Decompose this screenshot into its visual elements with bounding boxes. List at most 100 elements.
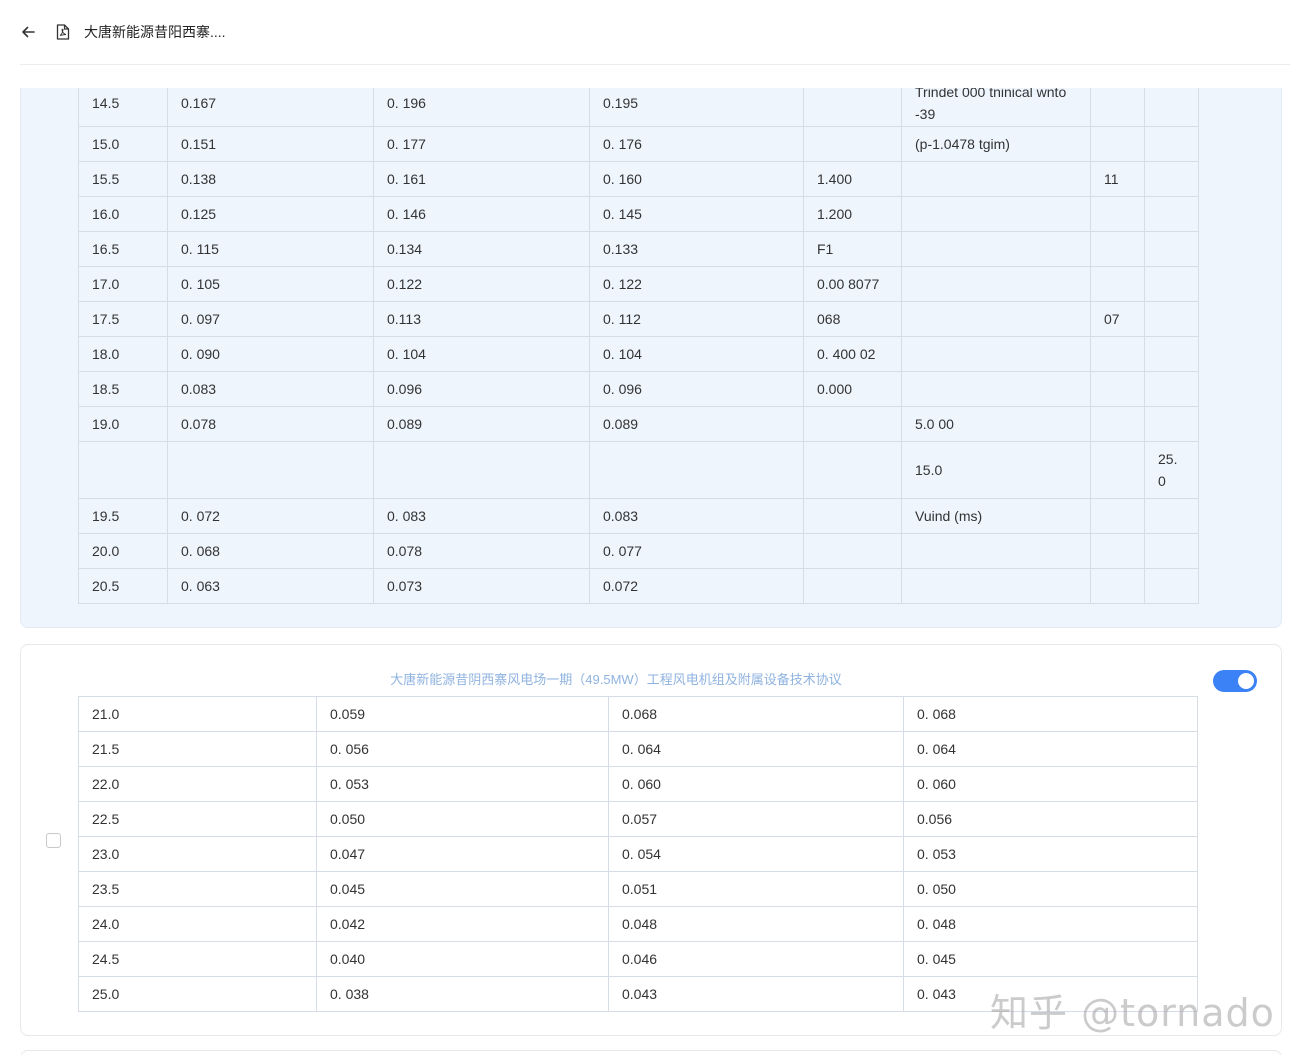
table-cell [1144, 498, 1199, 534]
table-cell [1090, 88, 1145, 127]
table-cell: 0.073 [373, 568, 590, 604]
table-cell: 0. 400 02 [803, 336, 902, 372]
data-table-bottom: 21.0 0.059 0.068 0. 068 21.5 0. 056 0. 064 0. 0… [78, 696, 1198, 1012]
table-row: 20.0 0. 068 0.078 0. 077 [78, 533, 1199, 569]
table-cell: 0.040 [316, 941, 609, 977]
table-cell [589, 441, 804, 499]
table-cell [1090, 406, 1145, 442]
table-cell [1144, 266, 1199, 302]
table-cell [373, 441, 590, 499]
next-page-card-edge [20, 1050, 1282, 1055]
table-cell: 0. 053 [903, 836, 1198, 872]
table-cell: 0.000 [803, 371, 902, 407]
table-cell: 0.051 [608, 871, 904, 907]
table-cell: 25.0 [1144, 441, 1199, 499]
table-row: 17.0 0. 105 0.122 0. 122 0.00 8077 [78, 266, 1199, 302]
table-cell: 0.113 [373, 301, 590, 337]
table-cell: 17.0 [78, 266, 168, 302]
table-cell: 0. 122 [589, 266, 804, 302]
table-row: 16.0 0.125 0. 146 0. 145 1.200 [78, 196, 1199, 232]
table-cell: 20.5 [78, 568, 168, 604]
header-divider [20, 64, 1290, 65]
table-cell: 14.5 [78, 88, 168, 127]
table-cell [1144, 161, 1199, 197]
table-cell [901, 371, 1091, 407]
table-row: 23.0 0.047 0. 054 0. 053 [78, 836, 1198, 872]
table-cell: 0. 048 [903, 906, 1198, 942]
table-cell: 07 [1090, 301, 1145, 337]
table-row: 24.5 0.040 0.046 0. 045 [78, 941, 1198, 977]
table-cell: 0. 096 [589, 371, 804, 407]
table-cell: 0. 068 [903, 696, 1198, 732]
table-cell [1144, 568, 1199, 604]
table-cell: 22.0 [78, 766, 317, 802]
table-cell [1144, 126, 1199, 162]
table-cell: 0.167 [167, 88, 374, 127]
table-cell: 20.0 [78, 533, 168, 569]
table-cell: 0. 064 [903, 731, 1198, 767]
page-toggle-switch[interactable] [1213, 670, 1257, 692]
table-cell: 0.083 [167, 371, 374, 407]
table-cell: 0. 145 [589, 196, 804, 232]
table-cell [803, 406, 902, 442]
table-cell: 0. 112 [589, 301, 804, 337]
table-cell [901, 266, 1091, 302]
table-cell [78, 441, 168, 499]
table-cell: 11 [1090, 161, 1145, 197]
table-cell: 0.138 [167, 161, 374, 197]
table-cell: 0. 053 [316, 766, 609, 802]
table-cell: 0.195 [589, 88, 804, 127]
table-cell [901, 161, 1091, 197]
table-cell: 0.056 [903, 801, 1198, 837]
page-select-checkbox[interactable] [46, 833, 61, 848]
table-cell [1090, 126, 1145, 162]
table-cell: 5.0 00 [901, 406, 1091, 442]
table-cell [1090, 533, 1145, 569]
table-cell: 0. 068 [167, 533, 374, 569]
table-cell [901, 568, 1091, 604]
table-cell [1144, 336, 1199, 372]
table-cell: 0. 056 [316, 731, 609, 767]
table-cell: 1.400 [803, 161, 902, 197]
table-cell: 25.0 [78, 976, 317, 1012]
table-cell: 18.0 [78, 336, 168, 372]
table-row: 17.5 0. 097 0.113 0. 112 068 07 [78, 301, 1199, 337]
table-cell [901, 196, 1091, 232]
back-arrow-icon[interactable] [18, 22, 38, 42]
table-cell [1144, 533, 1199, 569]
cell-line: -39 [915, 105, 936, 122]
table-cell: 0. 054 [608, 836, 904, 872]
table-cell: 0.046 [608, 941, 904, 977]
table-cell [1090, 441, 1145, 499]
table-cell: 0.078 [167, 406, 374, 442]
table-cell: 23.5 [78, 871, 317, 907]
page-card-top: 14.5 0.167 0. 196 0.195 Trindet 000 tninical… [20, 88, 1282, 628]
table-cell: 0. 045 [903, 941, 1198, 977]
table-cell: 0. 104 [589, 336, 804, 372]
data-table-top: 14.5 0.167 0. 196 0.195 Trindet 000 tninical… [78, 88, 1199, 604]
table-cell: 0.050 [316, 801, 609, 837]
page-doc-title: 大唐新能源昔阴西寨风电场一期（49.5MW）工程风电机组及附属设备技术协议 [390, 672, 842, 687]
table-cell [1090, 266, 1145, 302]
table-cell: 0. 060 [903, 766, 1198, 802]
cell-line: Trindet 000 tninical wnto [915, 88, 1067, 100]
watermark-text: 知乎 @tornado [990, 991, 1275, 1035]
table-cell: 0. 177 [373, 126, 590, 162]
table-cell: 0. 077 [589, 533, 804, 569]
table-cell: 0. 115 [167, 231, 374, 267]
table-cell: 0. 050 [903, 871, 1198, 907]
pdf-file-icon [54, 23, 72, 41]
table-row: 20.5 0. 063 0.073 0.072 [78, 568, 1199, 604]
table-cell: 1.200 [803, 196, 902, 232]
table-cell: 0.00 8077 [803, 266, 902, 302]
table-cell: 21.5 [78, 731, 317, 767]
table-cell: 15.0 [901, 441, 1091, 499]
table-cell: 0. 146 [373, 196, 590, 232]
table-cell: 18.5 [78, 371, 168, 407]
table-row: 19.0 0.078 0.089 0.089 5.0 00 [78, 406, 1199, 442]
table-cell: 0.048 [608, 906, 904, 942]
table-row: 22.0 0. 053 0. 060 0. 060 [78, 766, 1198, 802]
table-cell: 0.089 [373, 406, 590, 442]
table-cell: 23.0 [78, 836, 317, 872]
table-cell [1144, 88, 1199, 127]
